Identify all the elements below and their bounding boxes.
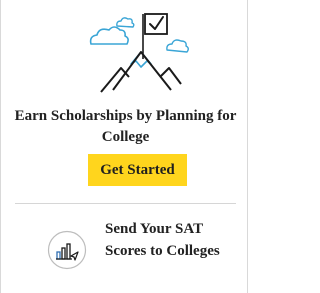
scholarship-card: Earn Scholarships by Planning for Colleg… <box>0 0 248 293</box>
bar-chart-send-icon <box>47 230 87 270</box>
get-started-button[interactable]: Get Started <box>88 154 187 186</box>
send-sat-scores-label: Send Your SAT Scores to Colleges <box>105 221 220 259</box>
section-divider <box>15 203 236 204</box>
send-sat-scores-link[interactable]: Send Your SAT Scores to Colleges <box>47 218 237 286</box>
mountain-flag-illustration-icon <box>83 4 193 96</box>
promo-headline: Earn Scholarships by Planning for Colleg… <box>14 108 237 145</box>
